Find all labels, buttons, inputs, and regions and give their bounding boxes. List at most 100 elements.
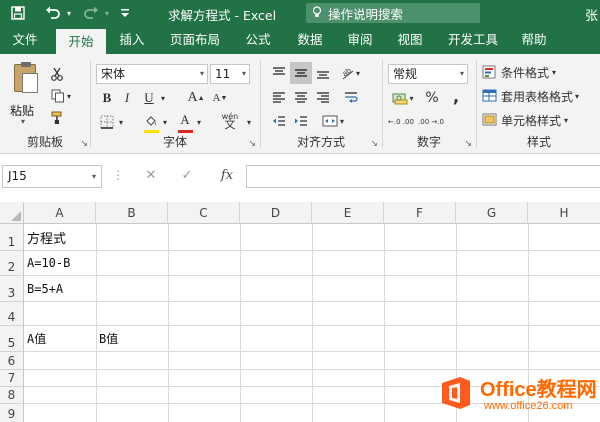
chevron-down-icon: ▾ <box>241 69 246 78</box>
accounting-format-icon[interactable]: ▾ <box>388 88 418 108</box>
phonetic-guide-button[interactable]: wén 文 <box>216 110 244 132</box>
tab-view[interactable]: 视图 <box>388 26 432 54</box>
tab-home[interactable]: 开始 <box>56 29 106 54</box>
office-logo-icon <box>442 377 470 409</box>
borders-dropdown-icon[interactable]: ▾ <box>116 112 126 132</box>
formula-bar-resize-handle[interactable]: ⋮ <box>112 168 124 182</box>
decrease-indent-icon[interactable] <box>268 110 290 132</box>
clipboard-launcher-icon[interactable]: ↘ <box>80 139 88 149</box>
copy-icon[interactable]: ▾ <box>46 86 76 106</box>
column-header-g[interactable]: G <box>456 202 528 224</box>
column-header-f[interactable]: F <box>384 202 456 224</box>
row-header-6[interactable]: 6 <box>0 352 24 370</box>
shrink-font-button[interactable]: A ▼ <box>210 88 230 108</box>
redo-icon[interactable] <box>80 0 102 26</box>
grow-font-button[interactable]: A ▲ <box>186 88 206 108</box>
font-size-combo[interactable]: 11 ▾ <box>210 64 250 84</box>
underline-button[interactable]: U <box>140 88 158 108</box>
format-as-table-button[interactable]: 套用表格格式 ▾ <box>482 86 598 106</box>
column-header-b[interactable]: B <box>96 202 168 224</box>
column-header-e[interactable]: E <box>312 202 384 224</box>
row-header-4[interactable]: 4 <box>0 302 24 326</box>
tab-insert[interactable]: 插入 <box>110 26 154 54</box>
align-bottom-icon[interactable] <box>312 62 334 84</box>
formula-input[interactable] <box>246 165 600 188</box>
tab-developer[interactable]: 开发工具 <box>442 26 504 54</box>
number-format-combo[interactable]: 常规 ▾ <box>388 64 468 84</box>
alignment-launcher-icon[interactable]: ↘ <box>370 139 378 149</box>
font-name-combo[interactable]: 宋体 ▾ <box>96 64 208 84</box>
name-box[interactable]: J15 ▾ <box>2 165 102 188</box>
confirm-entry-icon[interactable]: ✓ <box>176 166 198 186</box>
tab-file[interactable]: 文件 <box>4 26 46 54</box>
conditional-formatting-button[interactable]: 条件格式 ▾ <box>482 62 596 82</box>
align-center-icon[interactable] <box>290 86 312 108</box>
format-painter-icon[interactable] <box>46 108 68 128</box>
wrap-text-icon[interactable] <box>340 86 362 108</box>
orientation-icon[interactable]: ab ▾ <box>338 62 362 84</box>
format-as-table-icon <box>482 89 497 102</box>
search-box[interactable]: 操作说明搜索 <box>306 3 480 23</box>
cell-styles-button[interactable]: 单元格样式 ▾ <box>482 110 596 130</box>
decrease-decimal-button[interactable]: .00 →.0 <box>418 112 444 132</box>
undo-dropdown-icon[interactable]: ▾ <box>64 0 74 26</box>
merge-center-icon[interactable]: ▾ <box>316 110 350 132</box>
decrease-decimal-label: .00 →.0 <box>418 118 444 126</box>
cell-a5[interactable]: A值 <box>24 326 96 351</box>
select-all-button[interactable] <box>0 202 24 224</box>
font-size-value: 11 <box>215 67 231 81</box>
user-account[interactable]: 张 <box>585 5 598 24</box>
font-color-button[interactable]: A <box>176 110 194 130</box>
tab-review[interactable]: 审阅 <box>338 26 382 54</box>
fill-color-dropdown-icon[interactable]: ▾ <box>160 112 170 132</box>
percent-button[interactable]: % <box>422 88 442 108</box>
insert-function-icon[interactable]: fx <box>216 166 238 186</box>
cut-icon[interactable] <box>46 64 68 84</box>
customize-qat-icon[interactable] <box>118 0 132 26</box>
tab-data[interactable]: 数据 <box>288 26 332 54</box>
redo-dropdown-icon[interactable]: ▾ <box>102 0 112 26</box>
increase-decimal-button[interactable]: ←.0 .00 <box>388 112 414 132</box>
undo-icon[interactable] <box>42 0 64 26</box>
tab-formulas[interactable]: 公式 <box>236 26 280 54</box>
cell-a2[interactable]: A=10-B <box>24 251 96 275</box>
lightbulb-search-icon <box>306 5 328 21</box>
cell-a3[interactable]: B=5+A <box>24 276 96 301</box>
align-top-icon[interactable] <box>268 62 290 84</box>
cancel-entry-icon[interactable]: ✕ <box>140 166 162 186</box>
comma-style-button[interactable]: , <box>446 86 466 106</box>
align-right-icon[interactable] <box>312 86 334 108</box>
cell-a1[interactable]: 方程式 <box>24 224 96 250</box>
ribbon-tabs: 文件 开始 插入 页面布局 公式 数据 审阅 视图 开发工具 帮助 <box>0 26 600 54</box>
tab-help[interactable]: 帮助 <box>512 26 556 54</box>
phonetic-dropdown-icon[interactable]: ▾ <box>244 112 254 132</box>
row-header-2[interactable]: 2 <box>0 251 24 276</box>
paste-dropdown-icon[interactable]: ▾ <box>21 117 25 126</box>
font-color-dropdown-icon[interactable]: ▾ <box>194 112 204 132</box>
column-header-c[interactable]: C <box>168 202 240 224</box>
row-header-8[interactable]: 8 <box>0 387 24 404</box>
row-header-5[interactable]: 5 <box>0 326 24 352</box>
row-header-1[interactable]: 1 <box>0 224 24 251</box>
align-left-icon[interactable] <box>268 86 290 108</box>
fill-color-icon[interactable] <box>142 112 160 132</box>
row-header-9[interactable]: 9 <box>0 404 24 422</box>
align-middle-icon[interactable] <box>290 62 312 84</box>
tab-page-layout[interactable]: 页面布局 <box>164 26 226 54</box>
conditional-formatting-label: 条件格式 <box>501 65 550 80</box>
italic-button[interactable]: I <box>118 88 136 108</box>
font-launcher-icon[interactable]: ↘ <box>248 139 256 149</box>
save-icon[interactable] <box>8 0 28 26</box>
cell-b5[interactable]: B值 <box>96 326 168 351</box>
row-header-3[interactable]: 3 <box>0 276 24 302</box>
paste-button[interactable]: 粘贴 ▾ <box>8 62 40 126</box>
bold-button[interactable]: B <box>98 88 116 108</box>
column-header-a[interactable]: A <box>24 202 96 224</box>
column-header-d[interactable]: D <box>240 202 312 224</box>
increase-indent-icon[interactable] <box>290 110 312 132</box>
row-header-7[interactable]: 7 <box>0 370 24 387</box>
underline-dropdown-icon[interactable]: ▾ <box>158 88 168 108</box>
number-launcher-icon[interactable]: ↘ <box>464 139 472 149</box>
borders-icon[interactable] <box>98 112 116 132</box>
column-header-h[interactable]: H <box>528 202 600 224</box>
